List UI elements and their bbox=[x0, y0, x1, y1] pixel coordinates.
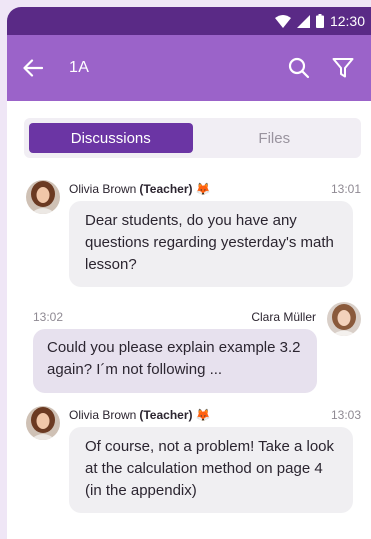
tab-files[interactable]: Files bbox=[193, 123, 357, 153]
signal-icon bbox=[296, 14, 310, 28]
message-time: 13:01 bbox=[330, 182, 361, 196]
avatar bbox=[26, 180, 60, 214]
status-bar: 12:30 bbox=[7, 7, 371, 35]
fox-icon: 🦊 bbox=[195, 408, 211, 422]
tab-discussions[interactable]: Discussions bbox=[29, 123, 193, 153]
sender-role: (Teacher) bbox=[139, 408, 193, 422]
sender-name: Clara Müller bbox=[251, 310, 316, 324]
message-item: Olivia Brown (Teacher) 🦊 13:03 Of course… bbox=[24, 406, 361, 536]
arrow-left-icon[interactable] bbox=[19, 54, 47, 82]
filter-icon[interactable] bbox=[329, 54, 357, 82]
message-time: 13:02 bbox=[33, 310, 64, 324]
search-icon[interactable] bbox=[285, 54, 313, 82]
message-bubble: Could you please explain example 3.2 aga… bbox=[33, 329, 317, 393]
message-bubble: Dear students, do you have any questions… bbox=[69, 201, 353, 287]
status-time: 12:30 bbox=[329, 13, 365, 29]
battery-icon bbox=[315, 14, 324, 28]
message-header: Olivia Brown (Teacher) 🦊 13:03 bbox=[69, 408, 361, 422]
message-header: 13:02 Clara Müller bbox=[33, 310, 316, 324]
chat-content: Discussions Files Olivia Brown (Teacher)… bbox=[7, 101, 371, 536]
message-bubble: Of course, not a problem! Take a look at… bbox=[69, 427, 353, 513]
avatar bbox=[327, 302, 361, 336]
phone-screen: 12:30 1A Discussions Files Olivia Brown … bbox=[7, 7, 371, 539]
tab-bar: Discussions Files bbox=[24, 118, 361, 158]
message-time: 13:03 bbox=[330, 408, 361, 422]
page-title: 1A bbox=[69, 59, 90, 76]
message-header: Olivia Brown (Teacher) 🦊 13:01 bbox=[69, 182, 361, 196]
fox-icon: 🦊 bbox=[195, 182, 211, 196]
sender-name: Olivia Brown bbox=[69, 408, 137, 422]
avatar bbox=[26, 406, 60, 440]
app-bar: 1A bbox=[7, 35, 371, 101]
sender-role: (Teacher) bbox=[139, 182, 193, 196]
wifi-icon bbox=[274, 14, 291, 28]
message-item: Olivia Brown (Teacher) 🦊 13:01 Dear stud… bbox=[24, 180, 361, 300]
message-item: 13:02 Clara Müller Could you please expl… bbox=[24, 300, 361, 406]
sender-name: Olivia Brown bbox=[69, 182, 137, 196]
